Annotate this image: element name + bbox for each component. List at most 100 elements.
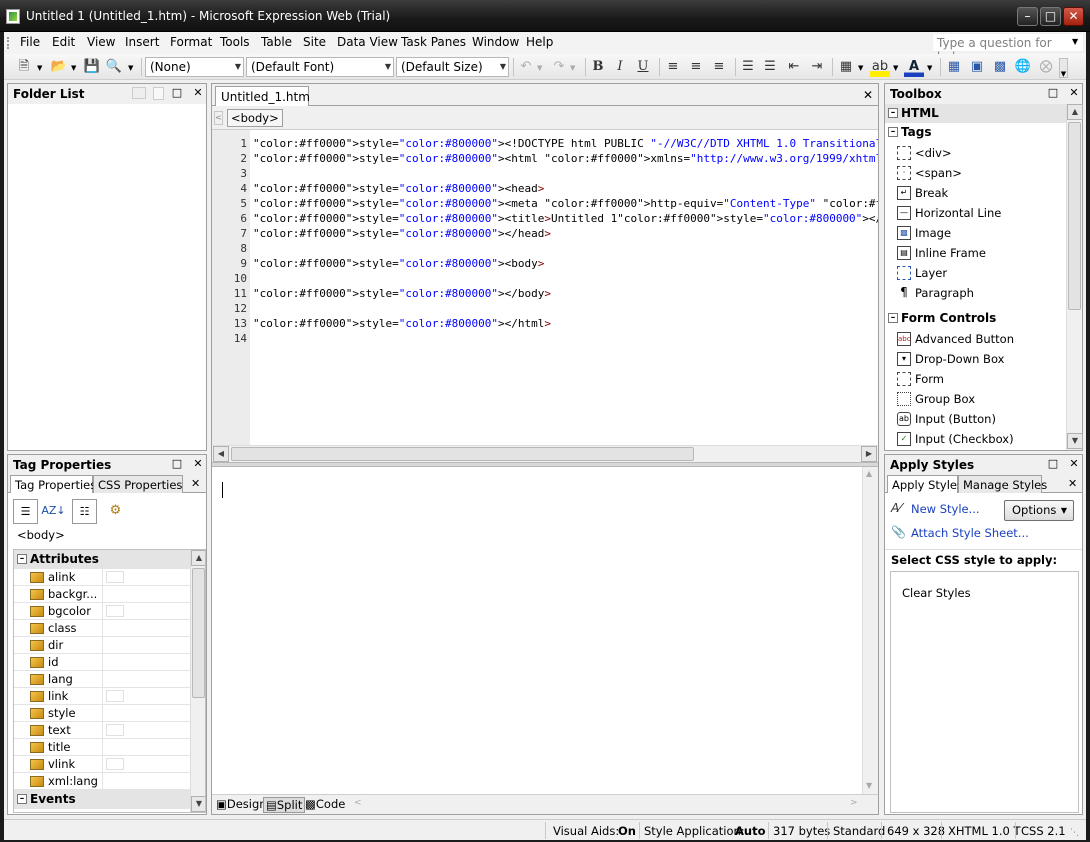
save-icon[interactable]: 💾	[82, 57, 102, 77]
collapse-icon[interactable]: –	[17, 794, 27, 804]
stop-icon[interactable]: ⨂	[1036, 57, 1056, 77]
attribute-value[interactable]	[102, 620, 190, 637]
attribute-row[interactable]: xml:lang	[14, 773, 190, 790]
events-group-header[interactable]: – Events	[14, 790, 190, 809]
new-folder-icon[interactable]	[132, 87, 146, 99]
attribute-value[interactable]	[102, 637, 190, 654]
menu-window[interactable]: Window	[472, 35, 519, 49]
collapse-icon[interactable]: –	[888, 108, 898, 118]
scroll-up-icon[interactable]: ▲	[866, 469, 872, 478]
toolbar-options-icon[interactable]: ▼	[1059, 58, 1068, 78]
menu-file[interactable]: File	[20, 35, 40, 49]
doctype-indicator[interactable]: XHTML 1.0 T	[948, 824, 1021, 838]
close-window-button[interactable]: ✕	[1063, 7, 1084, 26]
increase-indent-icon[interactable]: ⇥	[807, 57, 827, 77]
attribute-value[interactable]	[102, 705, 190, 722]
design-vscrollbar[interactable]: ▲ ▼	[862, 467, 878, 794]
underline-button[interactable]: U	[633, 57, 653, 77]
menu-data-view[interactable]: Data View	[337, 35, 398, 49]
scroll-up-icon[interactable]: ▲	[1067, 104, 1083, 120]
attribute-value[interactable]	[102, 671, 190, 688]
open-folder-icon[interactable]: 📂	[49, 57, 69, 77]
toolbox-scrollbar[interactable]: ▲ ▼	[1066, 104, 1083, 450]
open-dropdown-icon[interactable]: ▼	[71, 64, 76, 72]
toolbox-item-input-button[interactable]: ab Input (Button)	[885, 409, 996, 429]
maximize-panel-icon[interactable]: □	[171, 458, 183, 470]
attribute-row[interactable]: text	[14, 722, 190, 739]
insert-layer-icon[interactable]: ▣	[967, 57, 987, 77]
hyperlink-icon[interactable]: 🌐	[1013, 57, 1033, 77]
undo-dropdown-icon[interactable]: ▼	[537, 64, 542, 72]
form-controls-group-header[interactable]: – Form Controls	[885, 309, 1066, 328]
scroll-left-icon[interactable]: <	[354, 798, 362, 808]
attribute-row[interactable]: dir	[14, 637, 190, 654]
scroll-down-icon[interactable]: ▼	[191, 796, 205, 812]
redo-icon[interactable]: ↷	[549, 57, 569, 77]
tab-css-properties[interactable]: CSS Properties	[93, 475, 183, 493]
attribute-value[interactable]	[102, 654, 190, 671]
design-view[interactable]	[212, 467, 862, 794]
attribute-value[interactable]	[102, 722, 190, 739]
menu-format[interactable]: Format	[170, 35, 212, 49]
attribute-value[interactable]	[102, 739, 190, 756]
ask-dropdown-icon[interactable]: ▼	[1072, 37, 1078, 46]
toolbox-item-inline-frame[interactable]: ▤ Inline Frame	[885, 243, 986, 263]
menu-table[interactable]: Table	[261, 35, 292, 49]
style-select[interactable]: (None) ▼	[145, 57, 244, 77]
toolbox-item-image[interactable]: ▩ Image	[885, 223, 951, 243]
scroll-down-icon[interactable]: ▼	[866, 781, 872, 790]
menu-edit[interactable]: Edit	[52, 35, 75, 49]
collapse-icon[interactable]: –	[888, 313, 898, 323]
scroll-right-icon[interactable]: >	[850, 798, 858, 808]
font-color-icon[interactable]: A	[904, 57, 924, 77]
style-application-label[interactable]: Style Application:	[644, 824, 745, 838]
align-center-icon[interactable]: ≡	[686, 57, 706, 77]
close-tab-icon[interactable]: ✕	[1068, 477, 1077, 490]
collapse-icon[interactable]: –	[17, 554, 27, 564]
attribute-row[interactable]: lang	[14, 671, 190, 688]
size-select[interactable]: (Default Size) ▼	[396, 57, 509, 77]
new-page-icon[interactable]: 🗎	[14, 57, 34, 77]
code-editor[interactable]: "color:#ff0000">style="color:#800000"><!…	[253, 130, 878, 445]
clear-styles-item[interactable]: Clear Styles	[902, 586, 971, 600]
tab-manage-styles[interactable]: Manage Styles	[958, 475, 1047, 493]
italic-button[interactable]: I	[610, 57, 630, 77]
style-application-value[interactable]: Auto	[735, 824, 766, 838]
tab-code[interactable]: ▩Code	[303, 797, 347, 813]
attribute-value[interactable]	[102, 603, 190, 620]
maximize-panel-icon[interactable]: □	[171, 87, 183, 99]
borders-dropdown-icon[interactable]: ▼	[858, 64, 863, 72]
toolbox-item-form[interactable]: Form	[885, 369, 944, 389]
highlight-icon[interactable]: ab	[870, 57, 890, 77]
scroll-up-icon[interactable]: ▲	[191, 550, 205, 566]
preview-dropdown-icon[interactable]: ▼	[128, 64, 133, 72]
scroll-thumb[interactable]	[231, 447, 694, 461]
app-icon[interactable]	[6, 9, 20, 24]
scroll-thumb[interactable]	[192, 568, 205, 698]
close-panel-icon[interactable]: ✕	[1068, 87, 1080, 99]
close-document-icon[interactable]: ✕	[863, 88, 873, 102]
tab-tag-properties[interactable]: Tag Properties	[10, 475, 96, 493]
css-version-indicator[interactable]: CSS 2.1	[1021, 824, 1066, 838]
redo-dropdown-icon[interactable]: ▼	[570, 64, 575, 72]
new-style-link[interactable]: New Style...	[911, 502, 980, 516]
font-color-dropdown-icon[interactable]: ▼	[927, 64, 932, 72]
tab-design[interactable]: ▣Design	[214, 797, 269, 813]
new-dropdown-icon[interactable]: ▼	[37, 64, 42, 72]
rendering-mode[interactable]: Standard	[833, 824, 885, 838]
breadcrumb-tag[interactable]: <body>	[227, 109, 283, 127]
sort-az-icon[interactable]: AZ↓	[41, 499, 66, 524]
new-page-icon[interactable]	[153, 87, 164, 100]
borders-icon[interactable]: ▦	[836, 57, 856, 77]
attribute-row[interactable]: vlink	[14, 756, 190, 773]
toolbox-item-span[interactable]: · <span>	[885, 163, 962, 183]
resize-grip-icon[interactable]: ⋱	[1070, 828, 1079, 838]
close-panel-icon[interactable]: ✕	[192, 87, 204, 99]
attribute-row[interactable]: id	[14, 654, 190, 671]
options-button[interactable]: Options ▼	[1004, 500, 1074, 521]
menu-task-panes[interactable]: Task Panes	[401, 35, 466, 49]
attribute-row[interactable]: bgcolor	[14, 603, 190, 620]
attribute-row[interactable]: alink	[14, 569, 190, 586]
bold-button[interactable]: B	[588, 57, 608, 77]
attribute-value[interactable]	[102, 586, 190, 603]
